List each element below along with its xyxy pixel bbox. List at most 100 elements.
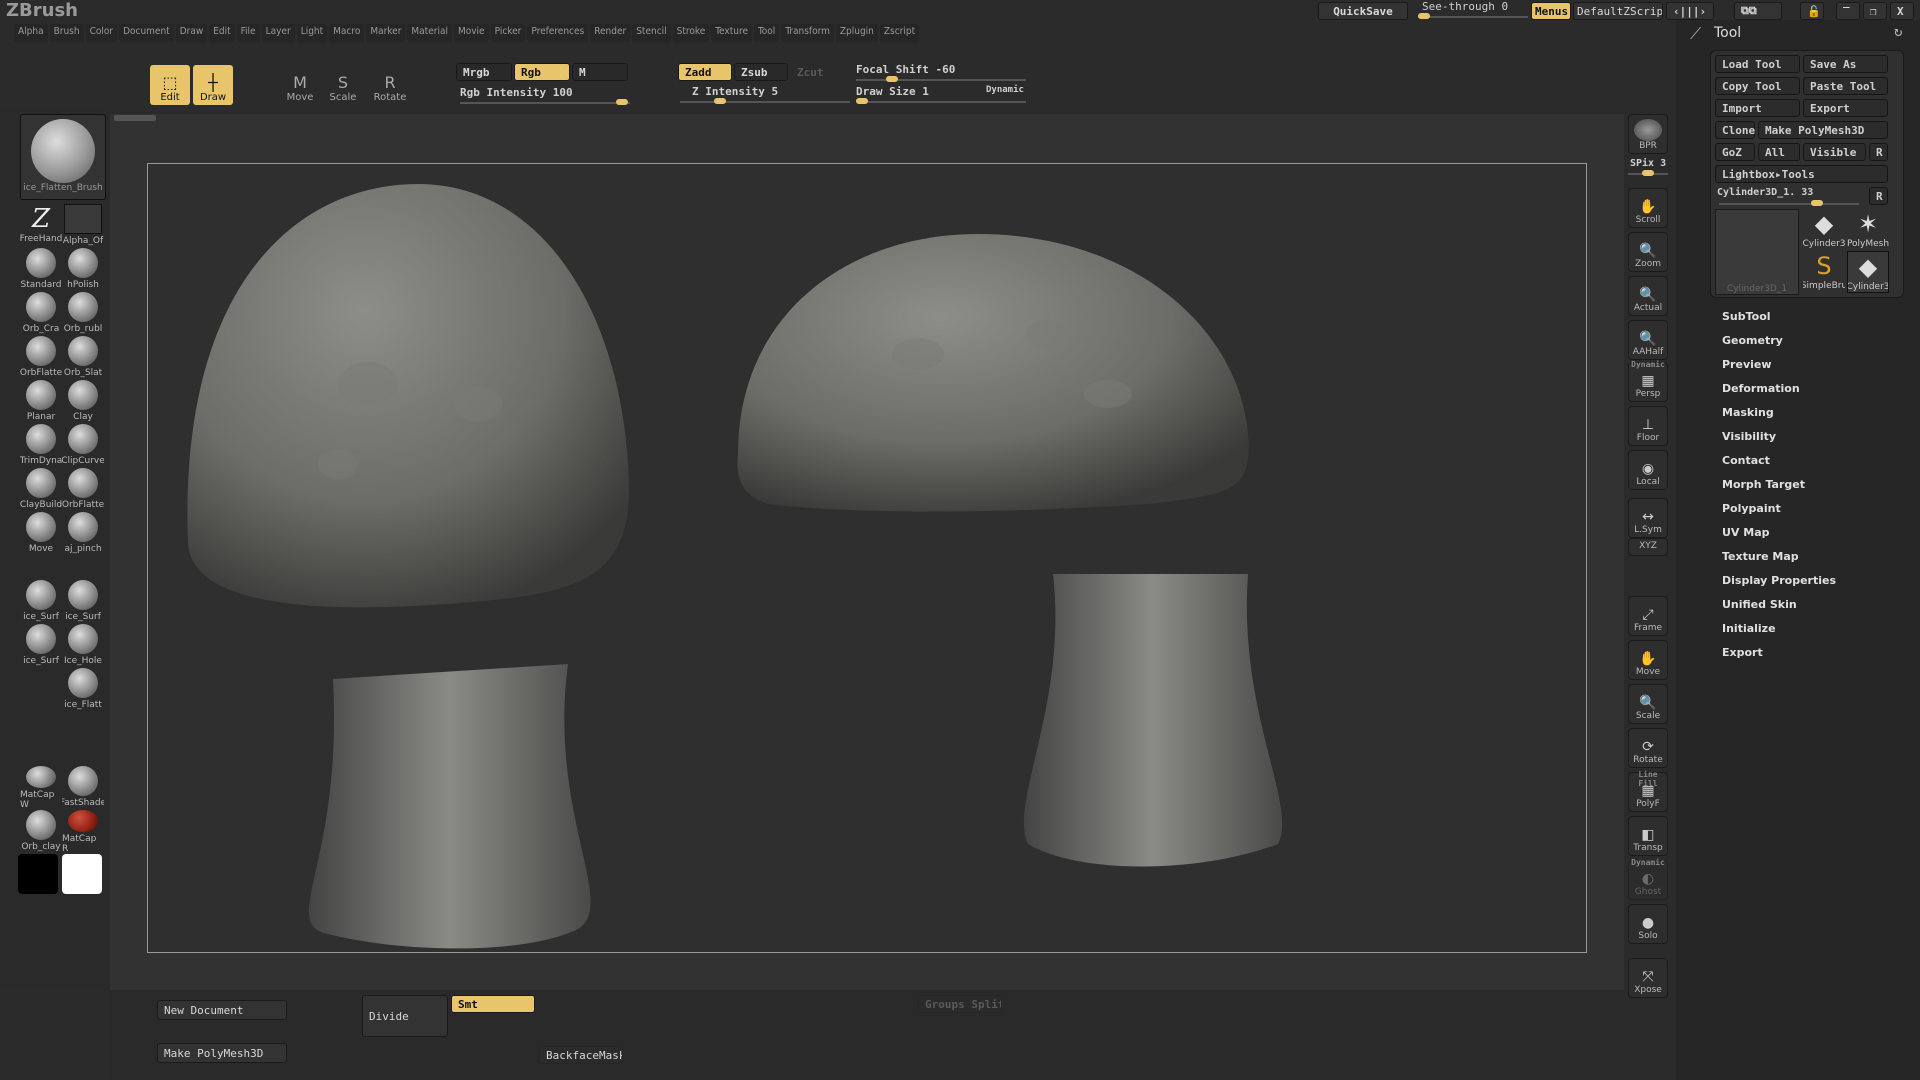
menu-macro[interactable]: Macro [329, 24, 365, 42]
section-visibility[interactable]: Visibility [1722, 430, 1776, 443]
draw-size-slider[interactable] [856, 98, 1026, 104]
tool-thumb[interactable]: S SimpleBru [1803, 251, 1845, 293]
tool-thumb-main[interactable]: Cylinder3D_1 [1715, 209, 1799, 295]
shelf-xpose-button[interactable]: ⤧ Xpose [1628, 958, 1668, 998]
menu-render[interactable]: Render [590, 24, 631, 42]
load-tool-button[interactable]: Load Tool [1715, 55, 1800, 73]
focal-shift-slider[interactable] [856, 76, 1026, 82]
primary-color-swatch[interactable] [18, 854, 58, 894]
tool-thumb[interactable]: ✶ PolyMesh [1847, 209, 1889, 251]
groups-split-button[interactable]: Groups Split [918, 995, 1002, 1013]
smt-toggle[interactable]: Smt [451, 995, 535, 1013]
shelf-lsym-button[interactable]: ↔ L.Sym [1628, 498, 1668, 538]
brush-item[interactable]: hPolish [62, 248, 104, 292]
menu-alpha[interactable]: Alpha [14, 24, 48, 42]
import-button[interactable]: Import [1715, 99, 1800, 117]
brush-item[interactable]: Orb_rubl [62, 292, 104, 336]
menu-edit[interactable]: Edit [209, 24, 235, 42]
menu-light[interactable]: Light [296, 24, 328, 42]
restore-icon[interactable]: ❐ [1863, 2, 1887, 20]
section-initialize[interactable]: Initialize [1722, 622, 1776, 635]
section-preview[interactable]: Preview [1722, 358, 1772, 371]
zcut-button[interactable]: Zcut [790, 63, 844, 81]
clone-button[interactable]: Clone [1715, 121, 1755, 139]
section-uv-map[interactable]: UV Map [1722, 526, 1770, 539]
brush-item[interactable]: ice_Flatt [62, 668, 104, 712]
brush-item[interactable]: OrbFlatte [20, 336, 62, 380]
brush-item[interactable]: aj_pinch [62, 512, 104, 556]
section-geometry[interactable]: Geometry [1722, 334, 1783, 347]
quicksave-button[interactable]: QuickSave [1318, 2, 1408, 20]
shelf-local-button[interactable]: ◉ Local [1628, 450, 1668, 490]
visible-button[interactable]: Visible [1803, 143, 1866, 161]
rgb-intensity-slider[interactable] [460, 99, 630, 105]
make-polymesh-button[interactable]: Make PolyMesh3D [1758, 121, 1888, 139]
shelf-move-button[interactable]: ✋ Move [1628, 640, 1668, 680]
reset-tool-button[interactable]: R [1869, 187, 1888, 205]
lightbox-tools-button[interactable]: Lightbox▸Tools [1715, 165, 1888, 183]
brush-item[interactable]: TrimDyna [20, 424, 62, 468]
menu-draw[interactable]: Draw [175, 24, 208, 42]
section-display-properties[interactable]: Display Properties [1722, 574, 1836, 587]
zadd-button[interactable]: Zadd [678, 63, 732, 81]
backface-mask-toggle[interactable]: BackfaceMask [539, 1046, 623, 1064]
shelf-solo-button[interactable]: ● Solo [1628, 904, 1668, 944]
section-morph-target[interactable]: Morph Target [1722, 478, 1805, 491]
shelf-frame-button[interactable]: ⤢ Frame [1628, 596, 1668, 636]
shelf-scale-button[interactable]: 🔍 Scale [1628, 684, 1668, 724]
brush-item[interactable]: ice_Surf [20, 624, 62, 668]
reset-icon[interactable]: ↻ [1894, 24, 1902, 40]
shelf-transp-button[interactable]: ◧ Transp [1628, 816, 1668, 856]
menus-button[interactable]: Menus [1531, 2, 1571, 20]
current-brush-button[interactable]: ice_Flatten_Brush [20, 114, 106, 200]
menu-zscript[interactable]: Zscript [879, 24, 920, 42]
menu-color[interactable]: Color [85, 24, 118, 42]
material-item[interactable]: FastShade [62, 766, 104, 810]
shelf-floor-button[interactable]: ⊥ Floor [1628, 406, 1668, 446]
menu-tool[interactable]: Tool [754, 24, 780, 42]
lock-icon[interactable]: 🔓 [1800, 2, 1824, 20]
material-item[interactable]: MatCap R [62, 810, 104, 854]
menu-document[interactable]: Document [119, 24, 174, 42]
scale-button[interactable]: S Scale [323, 65, 363, 105]
menu-picker[interactable]: Picker [490, 24, 526, 42]
zsub-button[interactable]: Zsub [734, 63, 788, 81]
menu-material[interactable]: Material [407, 24, 452, 42]
tool-slider[interactable] [1719, 200, 1859, 206]
menu-transform[interactable]: Transform [781, 24, 834, 42]
brush-item[interactable]: ice_Surf [62, 580, 104, 624]
shelf-zoom-button[interactable]: 🔍 Zoom [1628, 232, 1668, 272]
spix-slider[interactable] [1628, 170, 1668, 176]
shelf-scroll-button[interactable]: ✋ Scroll [1628, 188, 1668, 228]
section-unified-skin[interactable]: Unified Skin [1722, 598, 1797, 611]
shelf-aahalf-button[interactable]: 🔍 AAHalf [1628, 320, 1668, 360]
export-button[interactable]: Export [1803, 99, 1888, 117]
brush-item[interactable]: Planar [20, 380, 62, 424]
new-document-button[interactable]: New Document [157, 1000, 287, 1020]
tray-toggle-icon[interactable]: ‹|||› [1666, 2, 1714, 20]
edit-button[interactable]: ⬚ Edit [150, 65, 190, 105]
tool-pin-icon[interactable]: ⟋ [1690, 24, 1701, 44]
section-deformation[interactable]: Deformation [1722, 382, 1800, 395]
minimize-icon[interactable]: ‾ [1836, 2, 1860, 20]
secondary-color-swatch[interactable] [62, 854, 102, 894]
move-button[interactable]: M Move [280, 65, 320, 105]
divide-button[interactable]: Divide [362, 995, 448, 1037]
script-button[interactable]: DefaultZScript [1573, 2, 1663, 20]
material-item[interactable]: Orb_clay [20, 810, 62, 854]
section-polypaint[interactable]: Polypaint [1722, 502, 1781, 515]
shelf-actual-button[interactable]: 🔍 Actual [1628, 276, 1668, 316]
menu-texture[interactable]: Texture [711, 24, 752, 42]
brush-item[interactable]: OrbFlatte [62, 468, 104, 512]
layout-icon[interactable]: ⧉⧉ [1734, 2, 1782, 20]
alpha-button[interactable]: Alpha_Of [62, 204, 104, 248]
section-texture-map[interactable]: Texture Map [1722, 550, 1799, 563]
brush-item[interactable]: ClayBuild [20, 468, 62, 512]
menu-file[interactable]: File [236, 24, 260, 42]
z-intensity-slider[interactable] [680, 98, 850, 104]
menu-zplugin[interactable]: Zplugin [835, 24, 878, 42]
make-polymesh-bottom-button[interactable]: Make PolyMesh3D [157, 1043, 287, 1063]
menu-stencil[interactable]: Stencil [632, 24, 671, 42]
goz-button[interactable]: GoZ [1715, 143, 1755, 161]
section-subtool[interactable]: SubTool [1722, 310, 1771, 323]
